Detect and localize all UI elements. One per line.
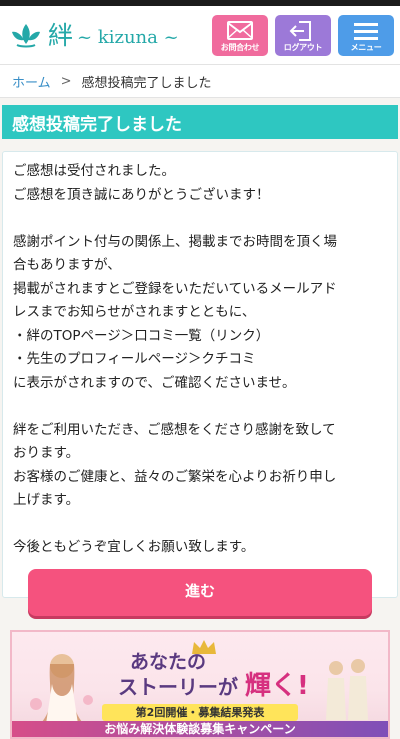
logout-icon — [289, 20, 311, 41]
banner-campaign-label: お悩み解決体験談募集キャンペーン — [12, 721, 388, 737]
page-title: 感想投稿完了しました — [2, 105, 398, 139]
logout-button-label: ログアウト — [283, 42, 323, 52]
breadcrumb: ホーム > 感想投稿完了しました — [0, 64, 400, 98]
message-line: ご感想を頂き誠にありがとうございます！ — [13, 186, 270, 203]
message-line: に表示がされますので、ご確認くださいませ。 — [13, 374, 296, 391]
logo-roman: ~ kizuna ~ — [77, 27, 179, 48]
breadcrumb-current: 感想投稿完了しました — [81, 75, 212, 91]
contact-button-label: お問合わせ — [220, 42, 260, 52]
couple-illustration — [326, 659, 368, 720]
menu-icon — [354, 22, 378, 40]
message-line: 掲載がされますとご登録をいただいているメールアド — [13, 280, 337, 297]
message-line: 合もありますが、 — [13, 257, 121, 273]
proceed-button[interactable]: 進む — [28, 568, 372, 616]
banner-line2: ストーリーが — [118, 675, 238, 699]
woman-illustration — [30, 654, 93, 724]
message-line: 感謝ポイント付与の関係上、掲載までお時間を頂く場 — [13, 233, 337, 250]
message-line: 絆をご利用いただき、ご感想をくださり感謝を致して — [13, 421, 336, 438]
mail-icon — [227, 20, 253, 40]
banner-headline: あなたの ストーリーが 輝く! — [110, 650, 320, 699]
flower-logo-icon — [12, 24, 40, 48]
message-line: おります。 — [13, 445, 80, 461]
breadcrumb-home-link[interactable]: ホーム — [12, 72, 51, 91]
breadcrumb-separator: > — [60, 73, 72, 89]
campaign-banner[interactable]: あなたの ストーリーが 輝く! 第2回開催・募集結果発表 お悩み解決体験談募集キ… — [10, 630, 390, 739]
message-line: ご感想は受付されました。 — [13, 163, 175, 179]
site-header: 絆 ~ kizuna ~ お問合わせ ログアウト メニュー — [0, 6, 400, 64]
banner-shine: 輝く! — [244, 671, 309, 701]
message-line: ・絆のTOPページ＞口コミ一覧（リンク） — [13, 327, 270, 344]
logo-kanji: 絆 — [48, 20, 74, 50]
message-line: ・先生のプロフィールページ＞クチコミ — [13, 351, 256, 367]
message-panel: ご感想は受付されました。 ご感想を頂き誠にありがとうございます！ 感謝ポイント付… — [2, 151, 398, 616]
menu-button[interactable]: メニュー — [338, 14, 394, 56]
banner-line2-row: ストーリーが 輝く! — [110, 671, 320, 701]
message-line: 上げます。 — [13, 492, 80, 508]
site-logo[interactable]: 絆 ~ kizuna ~ — [8, 20, 179, 50]
message-line: お客様のご健康と、益々のご繁栄を心よりお祈り申し — [13, 468, 337, 485]
menu-button-label: メニュー — [350, 42, 382, 52]
contact-button[interactable]: お問合わせ — [212, 14, 268, 56]
message-line: レスまでお知らせがされますとともに、 — [13, 304, 256, 320]
message-line: 今後ともどうぞ宜しくお願い致します。 — [13, 539, 255, 555]
logout-button[interactable]: ログアウト — [275, 14, 331, 56]
header-buttons: お問合わせ ログアウト メニュー — [212, 14, 394, 56]
banner-result-label: 第2回開催・募集結果発表 — [102, 704, 298, 721]
